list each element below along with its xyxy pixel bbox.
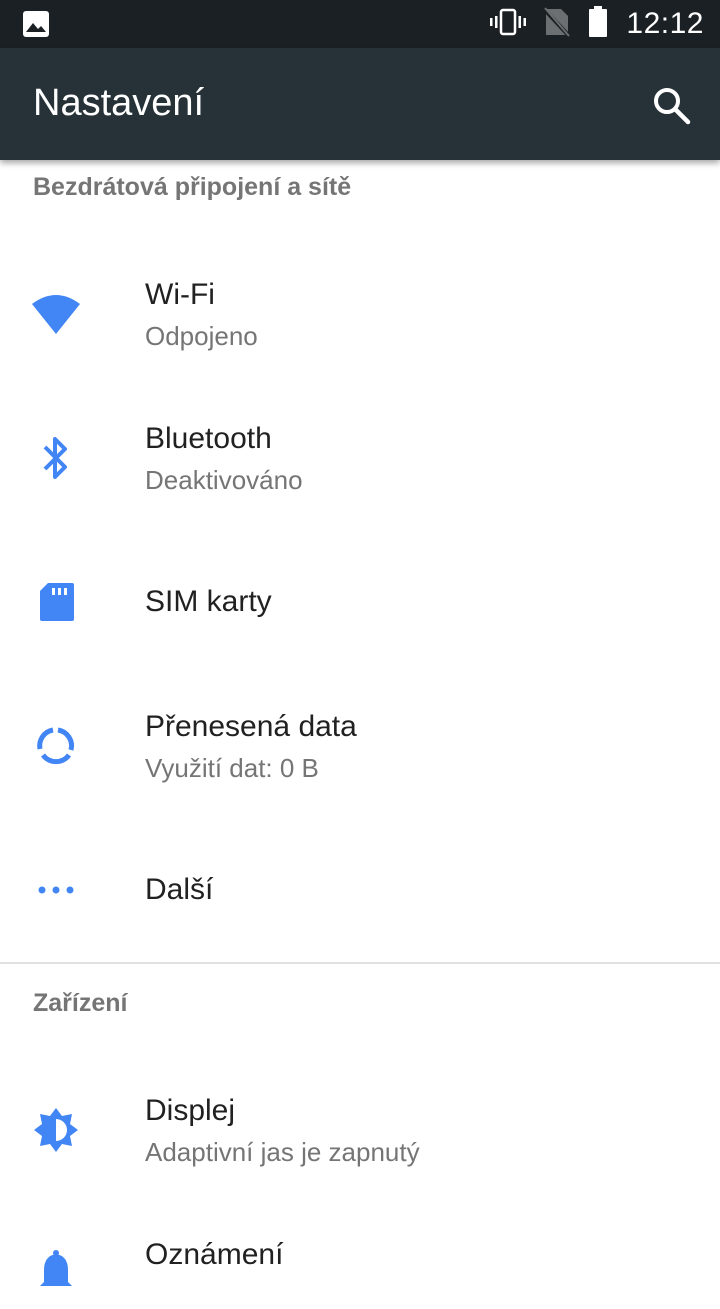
page-title: Nastavení: [33, 82, 205, 124]
vibrate-icon: [490, 8, 527, 41]
no-sim-icon: [542, 6, 572, 42]
battery-icon: [588, 5, 608, 43]
settings-item-title: Bluetooth: [145, 422, 272, 455]
settings-item-more[interactable]: Další: [0, 816, 720, 960]
settings-item-bluetooth[interactable]: Bluetooth Deaktivováno: [0, 384, 720, 528]
settings-item-title: Oznámení: [145, 1238, 284, 1271]
section-header-device: Zařízení: [33, 989, 128, 1017]
settings-item-notifications[interactable]: Oznámení: [0, 1200, 720, 1286]
settings-item-title: Další: [145, 873, 214, 906]
more-icon: [28, 862, 84, 918]
search-icon: [654, 88, 691, 125]
settings-item-title: Přenesená data: [145, 710, 357, 743]
app-bar: Nastavení: [0, 48, 720, 160]
data-usage-icon: [28, 718, 84, 774]
settings-item-title: Wi-Fi: [145, 278, 215, 311]
section-divider: [0, 962, 720, 964]
notifications-icon: [28, 1248, 84, 1304]
settings-item-title: Displej: [145, 1094, 236, 1127]
image-notification-icon: [22, 10, 50, 43]
status-bar: 12:12: [0, 0, 720, 48]
settings-item-sim-cards[interactable]: SIM karty: [0, 528, 720, 672]
sim-card-icon: [28, 575, 84, 631]
settings-item-data-usage[interactable]: Přenesená data Využití dat: 0 B: [0, 672, 720, 816]
settings-item-summary: Adaptivní jas je zapnutý: [145, 1137, 420, 1167]
bluetooth-icon: [28, 430, 84, 486]
settings-item-summary: Využití dat: 0 B: [145, 753, 319, 783]
section-header-wireless: Bezdrátová připojení a sítě: [33, 173, 352, 201]
brightness-icon: [28, 1102, 84, 1158]
settings-item-summary: Odpojeno: [145, 321, 258, 351]
settings-item-wifi[interactable]: Wi-Fi Odpojeno: [0, 240, 720, 384]
settings-item-display[interactable]: Displej Adaptivní jas je zapnutý: [0, 1056, 720, 1200]
search-button[interactable]: [650, 84, 694, 128]
status-clock: 12:12: [626, 7, 704, 40]
settings-item-title: SIM karty: [145, 585, 272, 618]
wifi-icon: [28, 284, 84, 340]
settings-item-summary: Deaktivováno: [145, 465, 303, 495]
